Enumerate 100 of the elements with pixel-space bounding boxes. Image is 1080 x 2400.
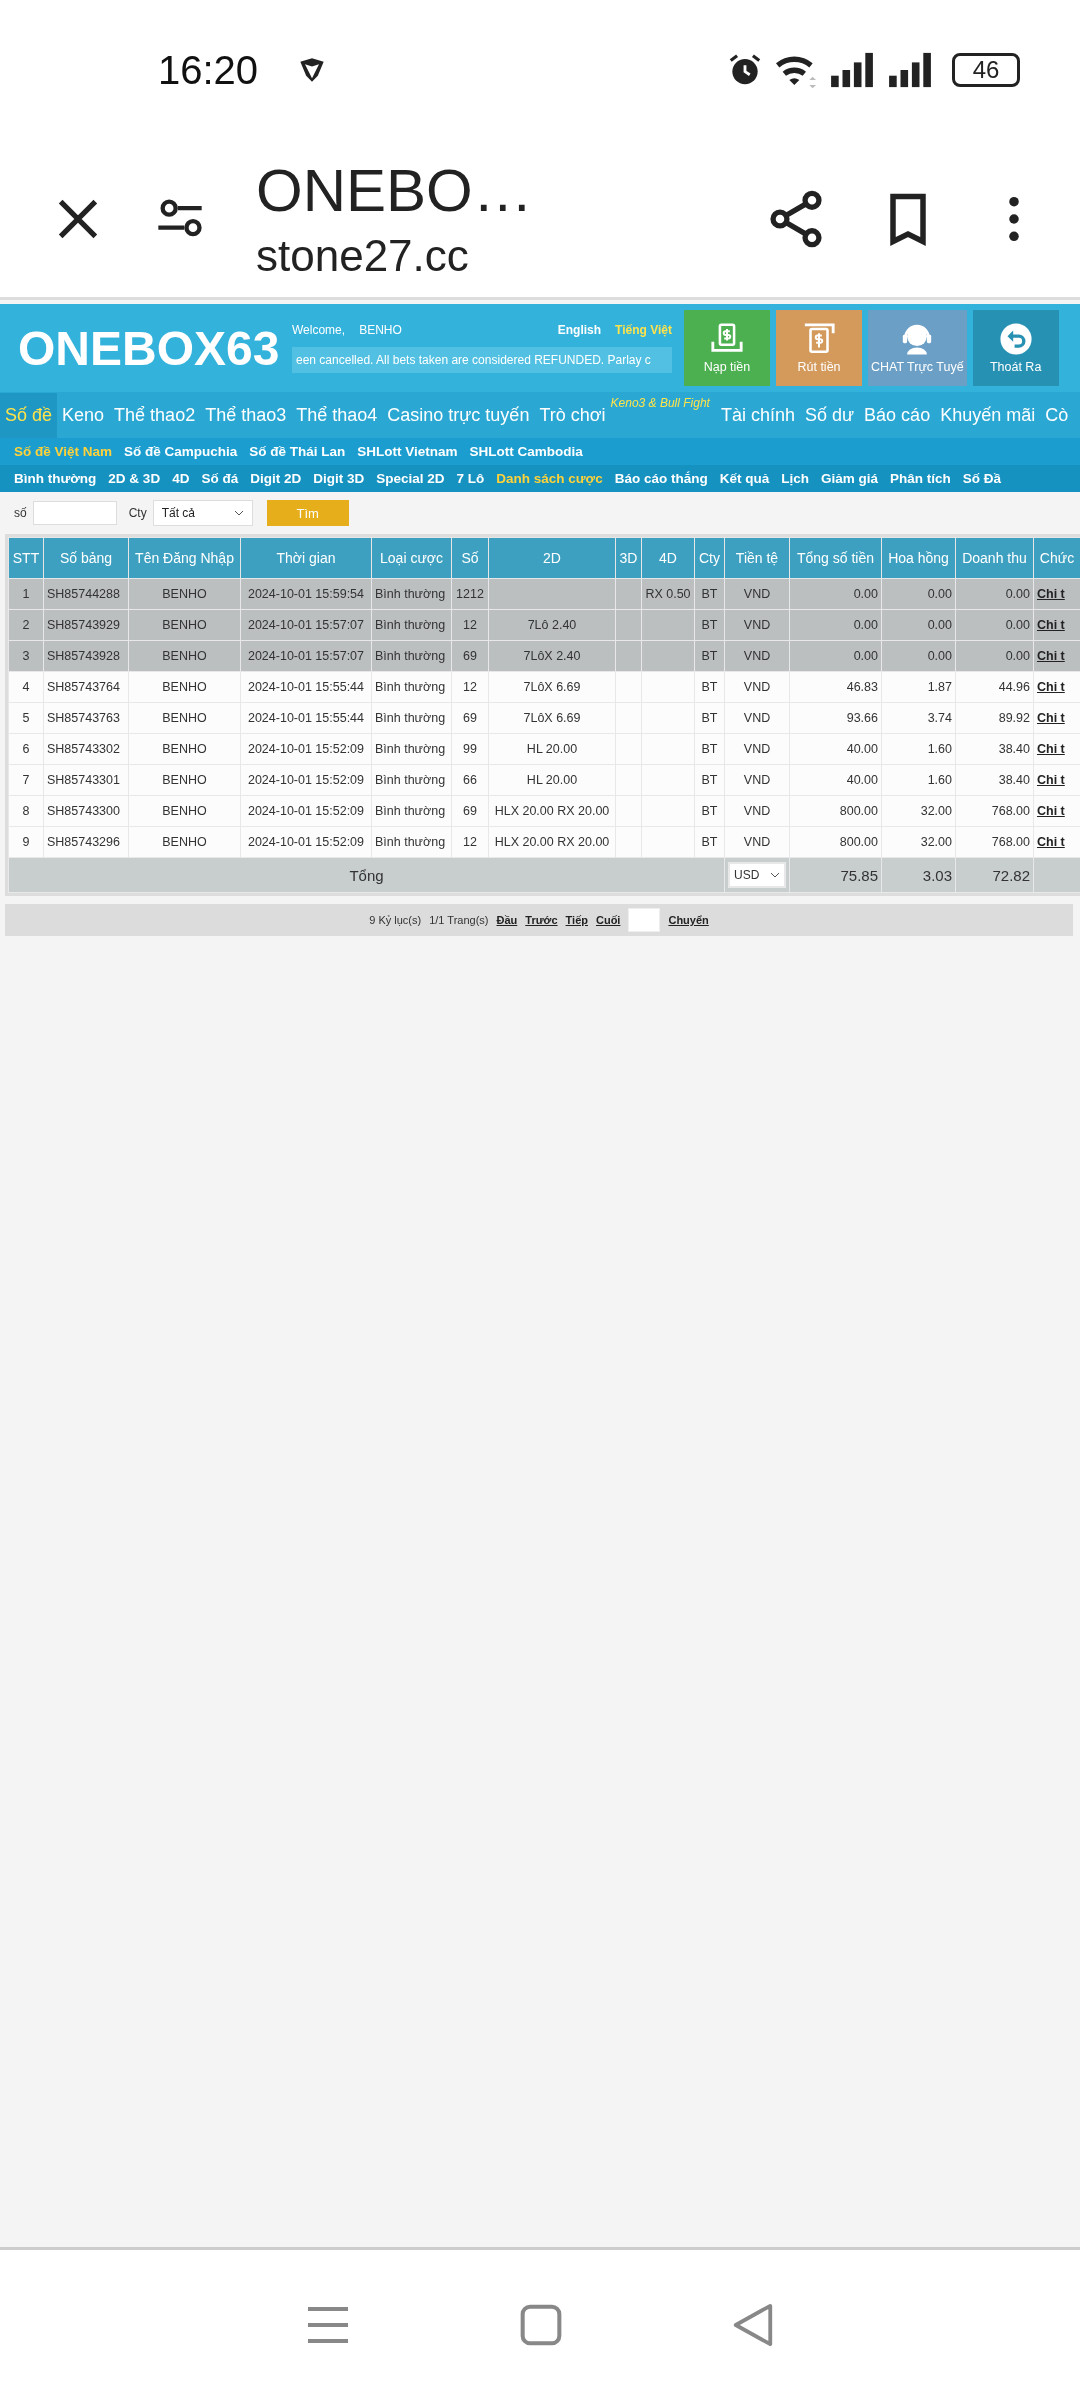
- section-nav-tab[interactable]: Kết quả: [719, 471, 770, 486]
- username-cell: BENHO: [162, 587, 207, 601]
- revenue-cell: 44.96: [998, 680, 1030, 694]
- ticket-number: SH85743929: [47, 618, 120, 632]
- main-nav-tab[interactable]: Thể thao4: [291, 392, 383, 438]
- company-cell: BT: [701, 680, 718, 694]
- username-cell: BENHO: [162, 835, 207, 849]
- column-header: Loại cược: [371, 537, 452, 579]
- language-link[interactable]: Tiếng Việt: [615, 323, 672, 337]
- bet-2d-cell: 7LôX 6.69: [523, 711, 581, 725]
- page-field[interactable]: [628, 908, 661, 932]
- username-cell: BENHO: [162, 618, 207, 632]
- company-cell: BT: [701, 618, 718, 632]
- time-cell: 2024-10-01 15:55:44: [247, 680, 365, 694]
- main-nav-tab[interactable]: Thể thao3: [200, 392, 292, 438]
- bet-type-cell: Bình thường: [375, 804, 446, 818]
- section-nav-tab[interactable]: Lịch: [781, 471, 809, 486]
- main-nav-tab[interactable]: Báo cáo: [859, 392, 936, 438]
- currency-cell: VND: [743, 804, 771, 818]
- commission-cell: 1.60: [927, 773, 952, 787]
- sub-nav-tab[interactable]: Số đề Campuchia: [124, 444, 238, 459]
- page-title: ONEBO…: [256, 156, 534, 225]
- home-square-icon[interactable]: [519, 2303, 563, 2347]
- bet-2d-cell: HLX 20.00 RX 20.00: [494, 804, 610, 818]
- ticket-number: SH85743764: [47, 680, 120, 694]
- revenue-cell: 0.00: [1005, 618, 1030, 632]
- pager-link[interactable]: Cuối: [596, 914, 621, 926]
- chat-button[interactable]: CHAT Trực Tuyế: [868, 310, 967, 386]
- section-nav-tab[interactable]: Bình thường: [14, 471, 97, 486]
- bet-type-cell: Bình thường: [375, 773, 446, 787]
- total-amount: 75.85: [840, 866, 878, 884]
- currency-select[interactable]: USD: [728, 862, 786, 888]
- main-nav-tab[interactable]: Số dư: [800, 392, 860, 438]
- main-nav-tab[interactable]: Số đề: [0, 392, 58, 438]
- main-nav-tab[interactable]: Keno: [57, 392, 110, 438]
- column-header: Tên Đăng Nhập: [128, 537, 241, 579]
- bet-type-cell: Bình thường: [375, 618, 446, 632]
- time-cell: 2024-10-01 15:52:09: [247, 773, 365, 787]
- news-ticker: een cancelled. All bets taken are considered REFUNDED. Parlay c: [292, 347, 672, 373]
- section-nav-tab[interactable]: Special 2D: [376, 471, 445, 486]
- sub-nav-tab[interactable]: Số đề Việt Nam: [14, 444, 113, 459]
- deposit-button[interactable]: Nạp tiền: [684, 310, 770, 386]
- main-nav-tab[interactable]: Trò chơi: [534, 392, 611, 438]
- section-nav-tab[interactable]: Phân tích: [890, 471, 951, 486]
- pager-link[interactable]: Trước: [525, 914, 558, 926]
- nav-superscript-label: Keno3 & Bull Fight: [610, 396, 710, 410]
- time-cell: 2024-10-01 15:52:09: [247, 742, 365, 756]
- section-nav-tab[interactable]: Digit 3D: [313, 471, 365, 486]
- username-cell: BENHO: [162, 742, 207, 756]
- time-cell: 2024-10-01 15:52:09: [247, 835, 365, 849]
- commission-cell: 0.00: [927, 587, 952, 601]
- company-cell: BT: [701, 804, 718, 818]
- currency-cell: VND: [743, 680, 771, 694]
- main-nav-tab[interactable]: Cò: [1040, 392, 1074, 438]
- time-cell: 2024-10-01 15:52:09: [247, 804, 365, 818]
- column-header: 4D: [641, 537, 695, 579]
- clock-time: 16:20: [158, 47, 259, 93]
- section-nav-tab[interactable]: 2D & 3D: [108, 471, 161, 486]
- ticket-number: SH85744288: [47, 587, 120, 601]
- currency-cell: VND: [743, 618, 771, 632]
- amount-cell: 0.00: [853, 587, 878, 601]
- language-link[interactable]: English: [557, 323, 602, 337]
- username-cell: BENHO: [162, 649, 207, 663]
- bet-4d-cell: RX 0.50: [645, 587, 691, 601]
- main-nav-tab[interactable]: Khuyến mãi: [935, 392, 1041, 438]
- revenue-cell: 0.00: [1005, 649, 1030, 663]
- sub-nav-tab[interactable]: SHLott Cambodia: [469, 444, 583, 459]
- section-nav-tab[interactable]: Số Đầ: [962, 471, 1002, 486]
- withdraw-button[interactable]: Rút tiền: [776, 310, 862, 386]
- logout-button[interactable]: Thoát Ra: [972, 310, 1059, 386]
- search-button[interactable]: Tìm: [266, 500, 349, 526]
- revenue-cell: 768.00: [991, 835, 1030, 849]
- bet-2d-cell: 7Lô 2.40: [527, 618, 577, 632]
- pager-link[interactable]: Đầu: [496, 914, 518, 926]
- section-nav-tab[interactable]: Digit 2D: [250, 471, 302, 486]
- sub-nav-tab[interactable]: Số đề Thái Lan: [249, 444, 346, 459]
- section-nav-tab[interactable]: Số đá: [201, 471, 239, 486]
- column-header: Số: [451, 537, 489, 579]
- section-nav-tab[interactable]: Báo cáo thắng: [614, 471, 708, 486]
- main-nav-tab[interactable]: Casino trực tuyến: [382, 392, 535, 438]
- section-nav-tab[interactable]: Danh sách cược: [496, 471, 603, 486]
- sub-nav-tab[interactable]: SHLott Vietnam: [357, 444, 458, 459]
- amount-cell: 93.66: [846, 711, 878, 725]
- bet-type-cell: Bình thường: [375, 587, 446, 601]
- main-nav-tab[interactable]: Thể thao2: [109, 392, 201, 438]
- main-nav-tab[interactable]: Tài chính: [715, 392, 800, 438]
- bet-2d-cell: HL 20.00: [526, 773, 578, 787]
- amount-cell: 800.00: [839, 835, 878, 849]
- row-number: 3: [22, 649, 30, 663]
- section-nav-tab[interactable]: 4D: [172, 471, 190, 486]
- number-cell: 66: [463, 773, 477, 787]
- pager-link[interactable]: Tiếp: [565, 914, 588, 926]
- company-select[interactable]: Tất cả: [152, 500, 253, 526]
- number-field[interactable]: [32, 501, 117, 525]
- column-header: STT: [8, 537, 44, 579]
- section-nav-tab[interactable]: 7 Lô: [456, 471, 485, 486]
- site-logo: ONEBOX63: [18, 320, 280, 376]
- username-cell: BENHO: [162, 680, 207, 694]
- section-nav-tab[interactable]: Giảm giá: [820, 471, 878, 486]
- go-link[interactable]: Chuyển: [668, 914, 709, 926]
